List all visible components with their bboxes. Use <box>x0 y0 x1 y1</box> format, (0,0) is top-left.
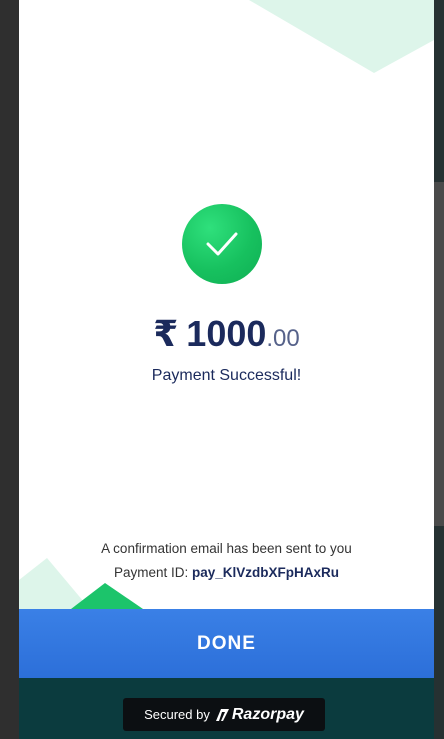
razorpay-logo-icon <box>215 708 229 721</box>
top-decoration <box>249 0 434 73</box>
payment-id: Payment ID: pay_KlVzdbXFpHAxRu <box>19 563 434 583</box>
razorpay-brand: Razorpay <box>215 705 304 724</box>
success-badge <box>182 204 262 284</box>
amount-fraction: .00 <box>266 325 300 352</box>
payment-id-label: Payment ID: <box>113 565 189 580</box>
secured-by-label: Secured by <box>144 707 210 722</box>
checkmark-icon <box>206 232 238 256</box>
payment-amount: ₹1000.00 <box>19 312 434 361</box>
currency-symbol: ₹ <box>153 313 179 354</box>
payment-status: Payment Successful! <box>151 367 302 384</box>
payment-id-value: pay_KlVzdbXFpHAxRu <box>192 565 340 580</box>
payment-success-card: ₹1000.00 Payment Successful! A confirmat… <box>19 0 434 678</box>
done-button[interactable]: DONE <box>19 609 434 678</box>
confirmation-message: A confirmation email has been sent to yo… <box>101 541 352 556</box>
payment-screen: ₹1000.00 Payment Successful! A confirmat… <box>0 0 444 739</box>
scrollbar[interactable] <box>434 182 444 526</box>
left-backdrop <box>0 0 19 739</box>
amount-whole: 1000 <box>186 313 267 354</box>
razorpay-wordmark: Razorpay <box>231 705 304 723</box>
secured-by-badge: Secured by Razorpay <box>123 698 325 731</box>
